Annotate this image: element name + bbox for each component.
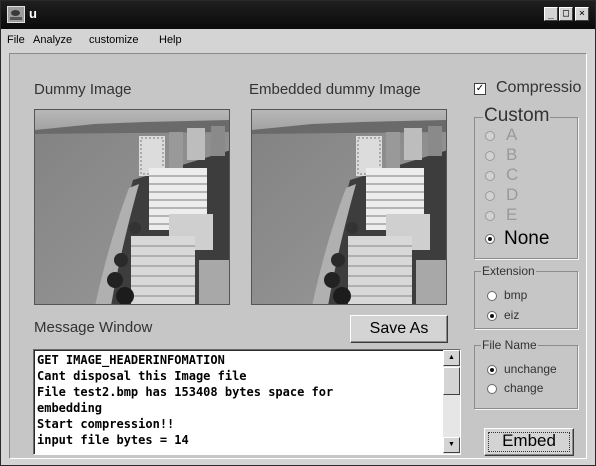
custom-radio-none[interactable] (485, 234, 495, 244)
extension-label-eiz: eiz (504, 308, 520, 322)
custom-group-title: Custom (483, 105, 551, 127)
embed-button[interactable]: Embed (484, 428, 574, 456)
custom-label-d: D (506, 185, 519, 204)
filename-label-unchange: unchange (504, 362, 557, 376)
custom-radio-a[interactable] (485, 131, 495, 141)
app-window: u _ □ × File Analyze customize Help Dumm… (0, 0, 596, 466)
filename-label-change: change (504, 381, 544, 395)
title-bar[interactable]: u _ □ × (1, 1, 595, 29)
close-button[interactable]: × (575, 7, 589, 21)
custom-radio-e[interactable] (485, 211, 495, 221)
compression-label[interactable]: Compressio (496, 79, 581, 97)
maximize-button[interactable]: □ (559, 7, 573, 21)
custom-label-a: A (506, 125, 518, 144)
message-window[interactable]: GET IMAGE_HEADERINFOMATION Cant disposal… (33, 349, 461, 455)
menu-customize[interactable]: customize (89, 34, 139, 46)
message-line: Cant disposal this Image file (37, 369, 247, 383)
extension-radio-eiz[interactable] (487, 311, 497, 321)
custom-label-b: B (506, 145, 518, 164)
message-line: Start compression!! (37, 417, 175, 431)
message-line: embedding (37, 401, 103, 415)
embedded-image (251, 109, 447, 305)
menu-analyze[interactable]: Analyze (33, 34, 72, 46)
message-window-label: Message Window (34, 319, 153, 336)
custom-radio-b[interactable] (485, 151, 495, 161)
extension-radio-bmp[interactable] (487, 291, 497, 301)
message-line: input file bytes = 14 (37, 433, 189, 447)
custom-label-e: E (506, 205, 518, 224)
dummy-image-photo (35, 110, 229, 304)
menu-help[interactable]: Help (159, 34, 182, 46)
window-title: u (29, 6, 37, 21)
message-scrollbar[interactable]: ▲ ▼ (443, 350, 460, 454)
message-line: GET IMAGE_HEADERINFOMATION (37, 353, 225, 367)
scroll-up-icon[interactable]: ▲ (443, 350, 460, 366)
extension-group-title: Extension (481, 264, 536, 278)
menu-bar: File Analyze customize Help (1, 29, 595, 51)
embedded-image-label: Embedded dummy Image (249, 81, 421, 98)
dummy-image-label: Dummy Image (34, 81, 132, 98)
menu-file[interactable]: File (7, 34, 25, 46)
filename-group (474, 345, 578, 409)
dummy-image (34, 109, 230, 305)
custom-radio-d[interactable] (485, 191, 495, 201)
filename-radio-unchange[interactable] (487, 365, 497, 375)
scroll-down-icon[interactable]: ▼ (443, 437, 460, 453)
app-icon[interactable] (7, 6, 25, 23)
filename-group-title: File Name (481, 338, 538, 352)
scroll-thumb[interactable] (443, 367, 460, 395)
compression-checkbox[interactable]: ✓ (474, 83, 486, 95)
minimize-button[interactable]: _ (544, 7, 558, 21)
save-as-button[interactable]: Save As (350, 315, 448, 343)
extension-label-bmp: bmp (504, 288, 528, 302)
embedded-image-photo (252, 110, 446, 304)
custom-label-c: C (506, 165, 519, 184)
custom-label-none: None (504, 228, 550, 249)
custom-radio-c[interactable] (485, 171, 495, 181)
message-line: File test2.bmp has 153408 bytes space fo… (37, 385, 334, 399)
filename-radio-change[interactable] (487, 384, 497, 394)
